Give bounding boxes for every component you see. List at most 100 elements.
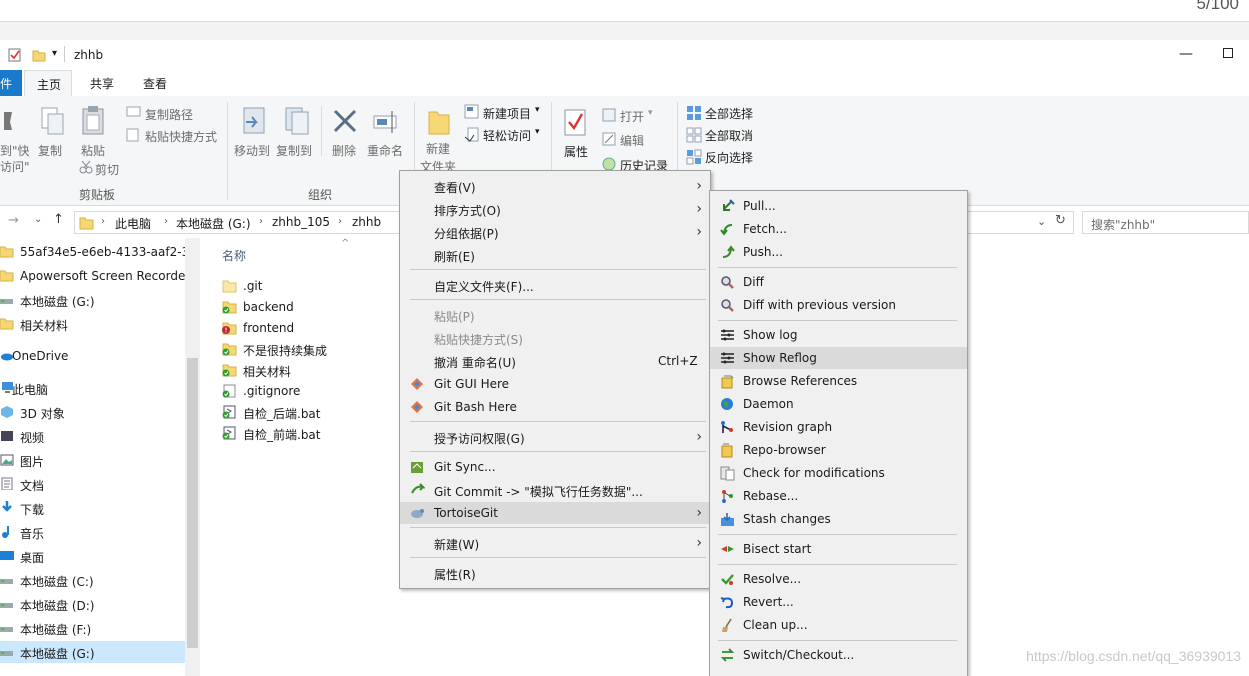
cut-button[interactable]: 剪切 <box>95 161 119 178</box>
menu-item-fetch[interactable]: Fetch... <box>710 218 967 240</box>
nav-item[interactable]: 视频 <box>0 425 185 447</box>
chevron-down-icon[interactable]: ▾ <box>648 108 653 118</box>
menu-item-browse-references[interactable]: Browse References <box>710 370 967 392</box>
folder-quick-icon[interactable] <box>32 48 46 62</box>
menu-item-git-sync[interactable]: Git Sync... <box>400 456 710 478</box>
menu-item-git-gui[interactable]: Git GUI Here <box>400 373 710 395</box>
menu-item-revision-graph[interactable]: Revision graph <box>710 416 967 438</box>
menu-item-pull[interactable]: Pull... <box>710 195 967 217</box>
chevron-right-icon[interactable]: › <box>164 216 168 227</box>
menu-item-git-bash[interactable]: Git Bash Here <box>400 396 710 418</box>
menu-item-bisect-start[interactable]: Bisect start <box>710 538 967 560</box>
properties-quick-icon[interactable] <box>8 48 22 62</box>
recent-locations-icon[interactable]: ⌄ <box>34 214 42 225</box>
properties-button[interactable]: 属性 <box>564 143 588 160</box>
menu-item-push[interactable]: Push... <box>710 241 967 263</box>
address-dropdown-icon[interactable]: ⌄ <box>1037 215 1046 228</box>
up-icon[interactable]: ↑ <box>53 212 64 227</box>
open-button[interactable]: 打开 <box>620 108 644 125</box>
menu-item-resolve[interactable]: Resolve... <box>710 568 967 590</box>
nav-item[interactable]: Apowersoft Screen Recorder <box>0 265 185 287</box>
menu-item-sort[interactable]: 排序方式(O) › <box>400 198 710 220</box>
menu-item-repo-browser[interactable]: Repo-browser <box>710 439 967 461</box>
refresh-icon[interactable]: ↻ <box>1055 213 1066 228</box>
delete-button[interactable]: 删除 <box>332 142 356 159</box>
nav-item[interactable]: 图片 <box>0 449 185 471</box>
easy-access-button[interactable]: 轻松访问 <box>483 127 531 144</box>
rename-button[interactable]: 重命名 <box>367 142 403 159</box>
menu-item-paste-shortcut[interactable]: 粘贴快捷方式(S) <box>400 327 710 349</box>
menu-item-switch-checkout[interactable]: Switch/Checkout... <box>710 644 967 666</box>
menu-item-clean-up[interactable]: Clean up... <box>710 614 967 636</box>
menu-item-daemon[interactable]: Daemon <box>710 393 967 415</box>
breadcrumb-item[interactable]: 本地磁盘 (G:) <box>176 215 251 232</box>
chevron-down-icon[interactable]: ▾ <box>52 48 57 59</box>
menu-item-check-modifications[interactable]: Check for modifications <box>710 462 967 484</box>
menu-item-group[interactable]: 分组依据(P) › <box>400 221 710 243</box>
minimize-button[interactable]: — <box>1179 46 1193 62</box>
maximize-button[interactable] <box>1223 48 1233 58</box>
nav-item[interactable]: 55af34e5-e6eb-4133-aaf2-3f <box>0 241 185 263</box>
chevron-down-icon[interactable]: ▾ <box>535 105 540 115</box>
tab-view[interactable]: 查看 <box>143 75 167 92</box>
invert-selection-button[interactable]: 反向选择 <box>705 149 753 166</box>
nav-item[interactable]: 此电脑 <box>0 377 185 399</box>
menu-item-customize-folder[interactable]: 自定义文件夹(F)... <box>400 274 710 296</box>
nav-item[interactable]: 相关材料 <box>0 313 185 335</box>
copy-to-button[interactable]: 复制到 <box>276 142 312 159</box>
nav-item-selected[interactable]: 本地磁盘 (G:) <box>0 641 185 663</box>
paste-button[interactable]: 粘贴 <box>81 142 105 159</box>
tab-home[interactable]: 主页 <box>24 70 72 96</box>
nav-item[interactable]: 本地磁盘 (F:) <box>0 617 185 639</box>
nav-item[interactable]: 音乐 <box>0 521 185 543</box>
breadcrumb-item[interactable]: 此电脑 <box>115 215 151 232</box>
chevron-down-icon[interactable]: ▾ <box>535 127 540 137</box>
move-to-button[interactable]: 移动到 <box>234 142 270 159</box>
select-all-button[interactable]: 全部选择 <box>705 105 753 122</box>
menu-item-show-log[interactable]: Show log <box>710 324 967 346</box>
menu-item-paste[interactable]: 粘贴(P) <box>400 304 710 326</box>
pin-quick-access-label-2[interactable]: 访问" <box>0 158 30 175</box>
menu-item-stash-changes[interactable]: Stash changes <box>710 508 967 530</box>
nav-item[interactable]: 本地磁盘 (G:) <box>0 289 185 311</box>
copy-path-button[interactable]: 复制路径 <box>145 106 193 123</box>
breadcrumb-item[interactable]: zhhb_105 <box>272 215 330 229</box>
new-item-button[interactable]: 新建项目 <box>483 105 531 122</box>
edit-button[interactable]: 编辑 <box>620 132 644 149</box>
menu-item-revert[interactable]: Revert... <box>710 591 967 613</box>
nav-item[interactable]: 本地磁盘 (D:) <box>0 593 185 615</box>
menu-item-refresh[interactable]: 刷新(E) <box>400 244 710 266</box>
copy-button[interactable]: 复制 <box>38 142 62 159</box>
select-none-button[interactable]: 全部取消 <box>705 127 753 144</box>
nav-scroll-thumb[interactable] <box>187 358 198 648</box>
menu-item-git-commit[interactable]: Git Commit -> "模拟飞行任务数据"... <box>400 479 710 501</box>
chevron-right-icon[interactable]: › <box>101 216 105 227</box>
nav-item[interactable]: 下载 <box>0 497 185 519</box>
chevron-right-icon[interactable]: › <box>259 216 263 227</box>
nav-item[interactable]: 3D 对象 <box>0 401 185 423</box>
pin-quick-access-label-1[interactable]: 到"快 <box>0 142 30 159</box>
nav-item[interactable]: 文档 <box>0 473 185 495</box>
paste-shortcut-button[interactable]: 粘贴快捷方式 <box>145 128 217 145</box>
forward-icon[interactable]: → <box>8 213 19 228</box>
name-column-header[interactable]: 名称 <box>222 247 246 264</box>
nav-item[interactable]: 桌面 <box>0 545 185 567</box>
chevron-right-icon[interactable]: › <box>338 216 342 227</box>
nav-item[interactable]: OneDrive <box>0 345 185 367</box>
tab-share[interactable]: 共享 <box>90 75 114 92</box>
breadcrumb-item[interactable]: zhhb <box>352 215 381 229</box>
tab-file[interactable]: 件 <box>0 70 22 96</box>
menu-item-view[interactable]: 查看(V) › <box>400 175 710 197</box>
new-folder-button-1[interactable]: 新建 <box>426 140 450 157</box>
menu-item-tortoisegit[interactable]: TortoiseGit › <box>400 502 710 524</box>
search-input[interactable]: 搜索"zhhb" <box>1082 211 1249 234</box>
menu-item-grant-access[interactable]: 授予访问权限(G) › <box>400 426 710 448</box>
menu-item-diff-previous[interactable]: Diff with previous version <box>710 294 967 316</box>
menu-item-new[interactable]: 新建(W) › <box>400 532 710 554</box>
menu-item-undo-rename[interactable]: 撤消 重命名(U) Ctrl+Z <box>400 350 710 372</box>
menu-item-show-reflog[interactable]: Show Reflog <box>710 347 967 369</box>
menu-item-rebase[interactable]: Rebase... <box>710 485 967 507</box>
nav-item[interactable]: 本地磁盘 (C:) <box>0 569 185 591</box>
menu-item-diff[interactable]: Diff <box>710 271 967 293</box>
menu-item-properties[interactable]: 属性(R) <box>400 562 710 584</box>
